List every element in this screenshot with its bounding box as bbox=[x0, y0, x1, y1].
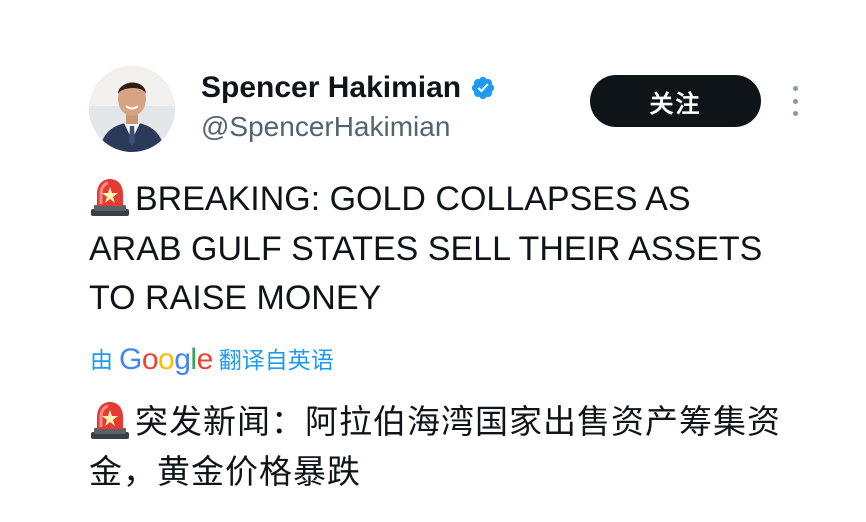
follow-button[interactable]: 关注 bbox=[590, 75, 761, 127]
person-avatar-icon bbox=[89, 66, 175, 152]
tweet-body-text: BREAKING: GOLD COLLAPSES AS ARAB GULF ST… bbox=[89, 180, 763, 317]
translated-by-prefix: 由 bbox=[90, 347, 113, 373]
google-logo: Google bbox=[119, 343, 213, 376]
avatar[interactable] bbox=[89, 66, 175, 152]
translated-body-text: 突发新闻：阿拉伯海湾国家出售资产筹集资金，黄金价格暴跌 bbox=[89, 403, 781, 490]
more-vertical-icon[interactable] bbox=[787, 86, 803, 116]
siren-emoji-icon bbox=[91, 402, 129, 439]
more-dot bbox=[792, 111, 798, 116]
siren-emoji-icon bbox=[91, 179, 129, 216]
more-dot bbox=[792, 98, 798, 104]
author-display-name[interactable]: Spencer Hakimian bbox=[201, 70, 461, 106]
tweet-text: BREAKING: GOLD COLLAPSES AS ARAB GULF ST… bbox=[89, 175, 789, 324]
tweet-card: Spencer Hakimian @SpencerHakimian 关注 BRE… bbox=[0, 0, 866, 522]
author-name-row: Spencer Hakimian bbox=[201, 70, 496, 106]
more-dot bbox=[792, 86, 798, 91]
translated-by-suffix: 翻译自英语 bbox=[218, 347, 334, 373]
translated-tweet-text: 突发新闻：阿拉伯海湾国家出售资产筹集资金，黄金价格暴跌 bbox=[89, 397, 809, 497]
verified-badge-icon bbox=[472, 76, 495, 100]
translated-by-link[interactable]: 由 Google 翻译自英语 bbox=[90, 340, 334, 380]
author-handle[interactable]: @SpencerHakimian bbox=[201, 110, 450, 144]
